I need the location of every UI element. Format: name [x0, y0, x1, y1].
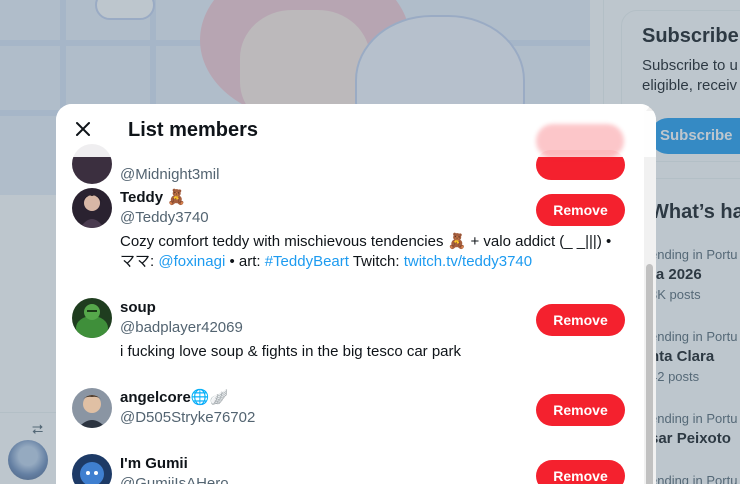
dialog-header: List members [56, 104, 656, 158]
remove-button[interactable]: Remove [536, 394, 625, 426]
member-bio: Cozy comfort teddy with mischievous tend… [120, 233, 612, 270]
remove-button[interactable]: Remove [536, 194, 625, 226]
hashtag-link[interactable]: #TeddyBeart [265, 253, 349, 270]
member-handle[interactable]: @GumiiIsAHero [120, 474, 530, 484]
remove-button[interactable]: Remove [536, 460, 625, 484]
members-list: @Midnight3mil Teddy 🧸 @Teddy3740 Cozy co… [56, 104, 656, 484]
dialog-title: List members [128, 119, 259, 141]
member-name[interactable]: Teddy 🧸 [120, 188, 530, 208]
list-members-dialog: @Midnight3mil Teddy 🧸 @Teddy3740 Cozy co… [56, 104, 656, 484]
member-handle: @Midnight3mil [120, 166, 220, 183]
header-shadow [536, 124, 624, 158]
mention-link[interactable]: @foxinagi [158, 253, 225, 270]
scrollbar-thumb[interactable] [646, 264, 653, 484]
avatar[interactable] [72, 298, 112, 338]
member-handle[interactable]: @badplayer42069 [120, 318, 530, 338]
avatar[interactable] [72, 188, 112, 228]
member-bio: i fucking love soup & fights in the big … [120, 343, 462, 360]
scrollbar[interactable] [644, 104, 656, 484]
member-name[interactable]: angelcore🌐🪽 [120, 388, 530, 408]
member-name[interactable]: I'm Gumii [120, 454, 530, 474]
close-icon [76, 122, 90, 136]
remove-button[interactable]: Remove [536, 304, 625, 336]
member-handle[interactable]: @D505Stryke76702 [120, 408, 530, 428]
avatar[interactable] [72, 454, 112, 484]
member-name[interactable]: soup [120, 298, 530, 318]
close-button[interactable] [66, 112, 100, 146]
avatar[interactable] [72, 388, 112, 428]
member-handle[interactable]: @Teddy3740 [120, 208, 530, 228]
url-link[interactable]: twitch.tv/teddy3740 [404, 253, 532, 270]
